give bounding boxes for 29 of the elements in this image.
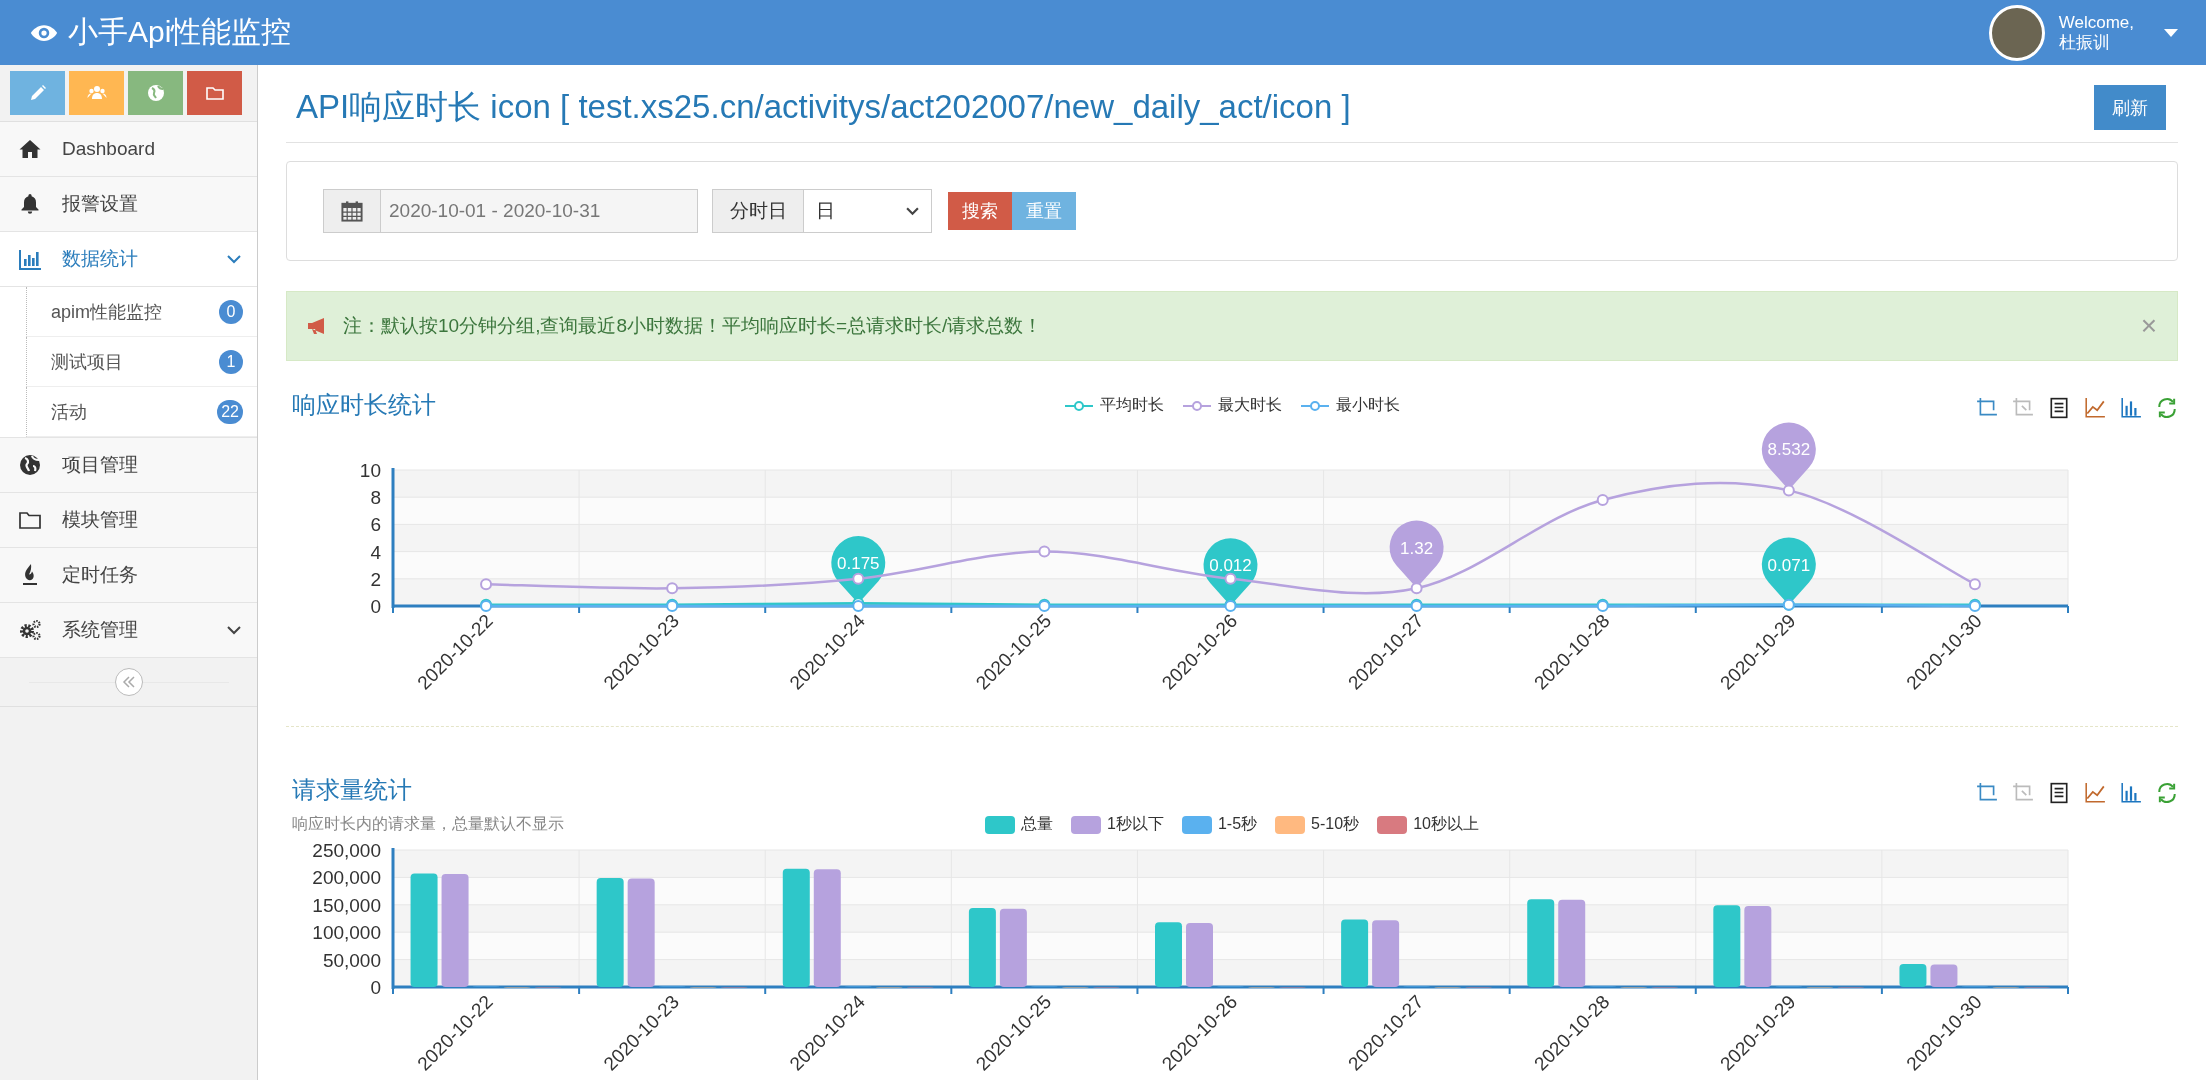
chart-title: 响应时长统计 <box>292 390 437 420</box>
axis-label: 100,000 <box>312 922 381 944</box>
field-label: 分时日 <box>712 189 804 233</box>
axis-label: 2 <box>370 568 381 590</box>
axis-label: 0 <box>370 596 381 617</box>
axis-label: 4 <box>370 541 381 563</box>
axis-label: 8 <box>370 487 381 509</box>
count-badge: 1 <box>219 349 243 374</box>
user-name: 杜振训 <box>2058 32 2111 53</box>
count-badge: 22 <box>217 399 243 424</box>
chart-title: 请求量统计 <box>292 775 413 805</box>
notice-text: 注：默认按10分钟分组,查询最近8小时数据！平均响应时长=总请求时长/请求总数！ <box>343 314 1044 338</box>
welcome-text: Welcome, <box>2058 12 2134 33</box>
annotation: 1.32 <box>1400 538 1434 558</box>
chart-subtitle: 响应时长内的请求量，总量默认不显示 <box>292 814 565 834</box>
axis-label: 200,000 <box>312 867 381 889</box>
annotation: 8.532 <box>1767 440 1811 460</box>
page-title: API响应时长 icon [ test.xs25.cn/activitys/act202007/new_daily_act/icon ] <box>296 87 1351 127</box>
axis-label: 6 <box>370 514 381 536</box>
annotation: 0.071 <box>1767 555 1811 575</box>
annotation: 0.012 <box>1209 556 1252 576</box>
axis-label: 150,000 <box>312 894 381 916</box>
annotation: 0.175 <box>837 554 880 574</box>
axis-label: 0 <box>370 977 381 998</box>
count-badge: 0 <box>219 299 243 324</box>
axis-label: 50,000 <box>322 949 381 971</box>
app-title: 小手Api性能监控 <box>68 14 292 50</box>
axis-label: 10 <box>359 460 381 481</box>
axis-label: 250,000 <box>312 840 381 861</box>
